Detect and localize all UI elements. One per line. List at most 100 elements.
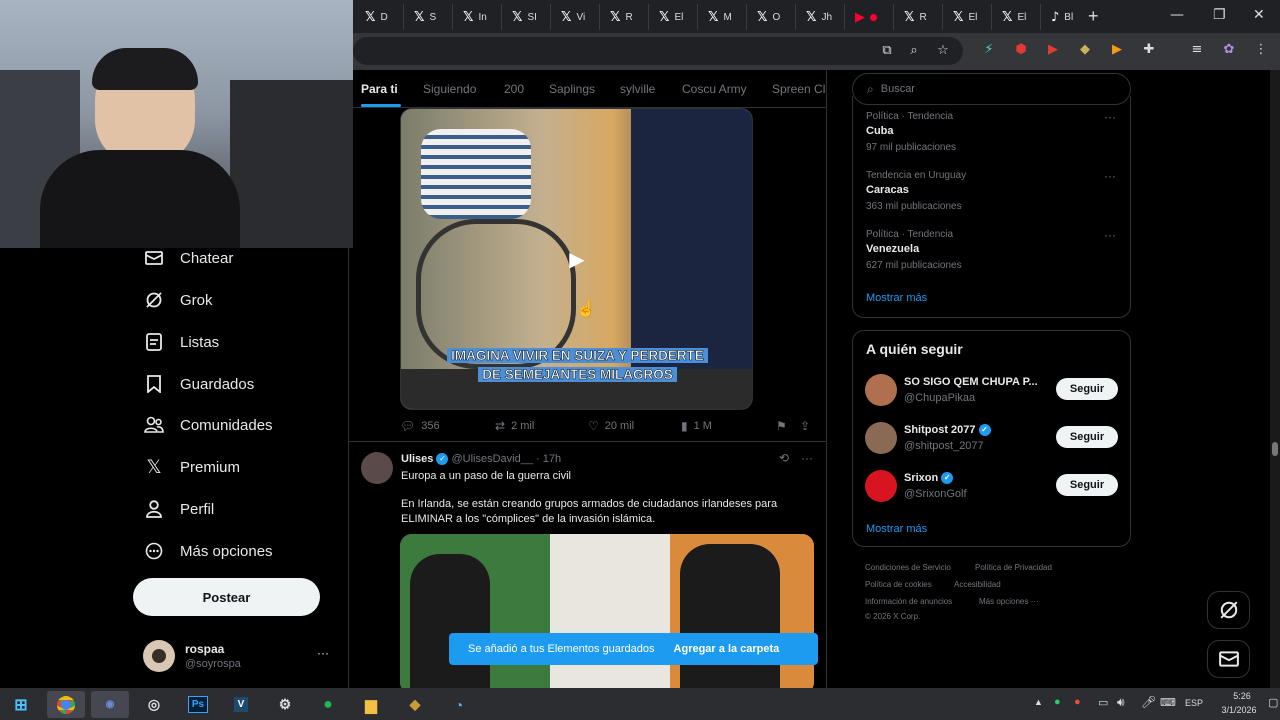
repost-button[interactable]: ⇄ 2 mil [495,419,534,433]
nav-item-more[interactable]: Más opciones [143,536,273,566]
restore-icon[interactable]: ❐ [1213,7,1226,23]
scrollbar-thumb[interactable] [1272,442,1278,456]
browser-tab[interactable]: ▶ [845,4,894,30]
browser-tab[interactable]: 𝕏 SI [502,4,551,30]
account-switcher[interactable]: rospaa @soyrospa ··· [143,640,333,676]
browser-tab[interactable]: ♪ Bl [1041,4,1090,30]
trend-name[interactable]: Cuba [866,125,894,137]
reply-button[interactable]: 💬︎ 356 [400,419,440,433]
follow-suggestion-name[interactable]: Shitpost 2077 ✓ [904,424,991,437]
browser-menu-icon[interactable]: ⋮ [1253,42,1269,58]
browser-tab[interactable]: 𝕏 Vi [551,4,600,30]
messages-fab-button[interactable] [1207,640,1250,678]
show-more-follow-link[interactable]: Mostrar más [866,523,927,535]
file-explorer-taskbar-icon[interactable]: ▆ [352,691,390,718]
language-indicator[interactable]: ESP [1185,698,1203,708]
extension-play-icon[interactable]: ▶ [1109,42,1125,58]
post-button[interactable]: Postear [133,578,320,616]
page-scrollbar[interactable] [1270,70,1280,688]
app-taskbar-icon[interactable]: ◔ [440,691,478,718]
extensions-puzzle-icon[interactable]: ✚ [1141,42,1157,58]
footer-link[interactable]: Accesibilidad [954,580,1001,589]
tray-icon[interactable]: ● [1054,696,1061,708]
windows-start-icon[interactable]: ⊞ [2,691,40,718]
chrome-taskbar-icon[interactable] [47,691,85,718]
views-button[interactable]: ▮ 1 M [681,419,712,433]
trend-more-icon[interactable]: ··· [1104,169,1116,183]
volume-icon[interactable]: 🔊︎ [1117,695,1125,710]
close-icon[interactable]: ✕ [1253,7,1265,23]
browser-tab[interactable]: 𝕏O [747,4,796,30]
browser-tab[interactable]: 𝕏R [600,4,649,30]
tweet-time[interactable]: · 17h [536,453,561,465]
new-tab-button[interactable]: + [1088,6,1099,27]
footer-link[interactable]: Política de cookies [865,580,932,589]
tab-sylville[interactable]: sylville [620,82,655,96]
footer-link[interactable]: Información de anuncios [865,597,952,606]
trend-name[interactable]: Caracas [866,184,909,196]
minimize-icon[interactable]: — [1170,7,1184,23]
footer-link[interactable]: Política de Privacidad [975,563,1052,572]
footer-link[interactable]: Más opciones ··· [979,597,1039,606]
tab-200[interactable]: 200 [504,82,524,96]
browser-tab[interactable]: 𝕏R [894,4,943,30]
bookmark-button[interactable]: ⚑ [776,419,793,433]
browser-tab[interactable]: 𝕏D [355,4,404,30]
avatar[interactable] [865,470,897,502]
play-icon[interactable]: ▶ [565,247,589,271]
nav-item-communities[interactable]: Comunidades [143,410,273,440]
browser-tab[interactable]: 𝕏 El [992,4,1041,30]
install-app-icon[interactable]: ⧉ [879,43,895,59]
omnibox[interactable]: ⧉ ⌕ ☆ [353,37,963,65]
obs-taskbar-icon[interactable]: ◎ [135,691,173,718]
extension-video-icon[interactable]: ▶ [1045,42,1061,58]
network-icon[interactable]: ▭ [1098,696,1108,709]
share-button[interactable]: ⇪ [800,419,816,433]
extension-translate-icon[interactable]: ⚡ [981,42,997,58]
language-icon[interactable]: ⌨ [1160,696,1176,709]
reading-list-icon[interactable]: ≡ [1189,42,1205,58]
browser-tab[interactable]: 𝕏S [404,4,453,30]
spotify-taskbar-icon[interactable]: ● [309,691,347,718]
league-taskbar-icon[interactable]: ◆ [396,691,434,718]
add-to-folder-link[interactable]: Agregar a la carpeta [674,643,780,655]
grok-fab-button[interactable] [1207,591,1250,629]
avatar[interactable] [361,452,393,484]
extension-icon[interactable]: ◆ [1077,42,1093,58]
trend-more-icon[interactable]: ··· [1104,228,1116,242]
discord-taskbar-icon[interactable]: ◉ [91,691,129,718]
tab-coscu-army[interactable]: Coscu Army [682,82,747,96]
notifications-icon[interactable]: ▢ [1268,696,1278,709]
nav-item-premium[interactable]: 𝕏 Premium [143,452,240,482]
tweet-author-name[interactable]: Ulises [401,453,433,465]
like-button[interactable]: ♡ 20 mil [588,419,634,433]
trend-name[interactable]: Venezuela [866,243,919,255]
account-more-icon[interactable]: ··· [317,646,329,660]
avatar[interactable] [865,422,897,454]
avatar[interactable] [865,374,897,406]
tweet-more-icon[interactable]: ··· [801,451,813,465]
follow-button[interactable]: Seguir [1056,378,1118,400]
profile-avatar-icon[interactable]: ✿ [1221,42,1237,58]
steam-taskbar-icon[interactable]: ⚙ [266,691,304,718]
trend-more-icon[interactable]: ··· [1104,110,1116,124]
tab-saplings[interactable]: Saplings [549,82,595,96]
follow-button[interactable]: Seguir [1056,474,1118,496]
footer-link[interactable]: Condiciones de Servicio [865,563,951,572]
tab-spreen[interactable]: Spreen Cl [772,82,825,96]
nav-item-lists[interactable]: Listas [143,327,219,357]
microphone-icon[interactable]: 🎤︎ [1141,695,1156,709]
browser-tab[interactable]: 𝕏M [698,4,747,30]
show-more-trends-link[interactable]: Mostrar más [866,292,927,304]
video-player[interactable]: ▶ IMAGINA VIVIR EN SUIZA Y PERDERTE DE S… [400,108,753,410]
follow-suggestion-name[interactable]: SO SIGO QEM CHUPA P... [904,376,1038,388]
tweet-author-handle[interactable]: @UlisesDavid__ [451,453,532,465]
extension-adblock-icon[interactable]: ⬢ [1013,42,1029,58]
tray-overflow-icon[interactable]: ▲ [1034,697,1043,707]
vegas-taskbar-icon[interactable]: V [222,691,260,718]
browser-tab[interactable]: 𝕏 In [453,4,502,30]
browser-tab[interactable]: 𝕏 El [943,4,992,30]
follow-button[interactable]: Seguir [1056,426,1118,448]
clock-date[interactable]: 3/1/2026 [1214,705,1264,715]
browser-tab[interactable]: 𝕏 Jh [796,4,845,30]
